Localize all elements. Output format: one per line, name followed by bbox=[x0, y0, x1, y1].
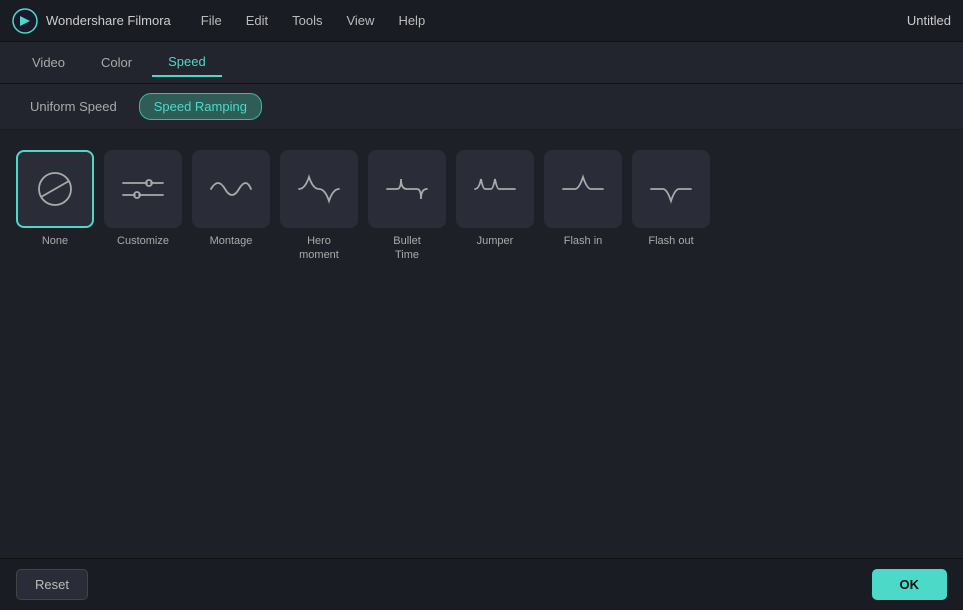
speed-label-none: None bbox=[42, 234, 68, 248]
ok-button[interactable]: OK bbox=[872, 569, 948, 600]
window-title: Untitled bbox=[907, 13, 951, 28]
speed-item-customize[interactable]: Customize bbox=[104, 150, 182, 248]
speed-card-montage[interactable] bbox=[192, 150, 270, 228]
bottombar: Reset OK bbox=[0, 558, 963, 610]
speed-card-customize[interactable] bbox=[104, 150, 182, 228]
speed-card-flash-in[interactable] bbox=[544, 150, 622, 228]
speed-grid: None Customize bbox=[16, 150, 947, 263]
speed-label-montage: Montage bbox=[210, 234, 253, 248]
speed-label-bullet-time: BulletTime bbox=[393, 234, 421, 263]
filmora-logo-icon bbox=[12, 8, 38, 34]
speed-item-bullet-time[interactable]: BulletTime bbox=[368, 150, 446, 263]
menu-view[interactable]: View bbox=[336, 9, 384, 32]
app-name-label: Wondershare Filmora bbox=[46, 13, 171, 28]
app-logo: Wondershare Filmora bbox=[12, 8, 171, 34]
titlebar: Wondershare Filmora File Edit Tools View… bbox=[0, 0, 963, 42]
jumper-icon bbox=[469, 169, 521, 209]
subtab-bar: Uniform Speed Speed Ramping bbox=[0, 84, 963, 130]
subtab-uniform-speed[interactable]: Uniform Speed bbox=[16, 94, 131, 119]
speed-card-hero-moment[interactable] bbox=[280, 150, 358, 228]
speed-item-montage[interactable]: Montage bbox=[192, 150, 270, 248]
menu-tools[interactable]: Tools bbox=[282, 9, 332, 32]
speed-label-flash-out: Flash out bbox=[648, 234, 693, 248]
subtab-speed-ramping[interactable]: Speed Ramping bbox=[139, 93, 262, 120]
speed-card-flash-out[interactable] bbox=[632, 150, 710, 228]
speed-label-hero-moment: Heromoment bbox=[299, 234, 339, 263]
hero-moment-icon bbox=[293, 169, 345, 209]
speed-card-none[interactable] bbox=[16, 150, 94, 228]
tab-video[interactable]: Video bbox=[16, 49, 81, 76]
speed-item-flash-out[interactable]: Flash out bbox=[632, 150, 710, 248]
reset-button[interactable]: Reset bbox=[16, 569, 88, 600]
speed-label-flash-in: Flash in bbox=[564, 234, 603, 248]
main-content: None Customize bbox=[0, 130, 963, 283]
speed-card-bullet-time[interactable] bbox=[368, 150, 446, 228]
speed-item-jumper[interactable]: Jumper bbox=[456, 150, 534, 248]
speed-item-none[interactable]: None bbox=[16, 150, 94, 248]
speed-card-jumper[interactable] bbox=[456, 150, 534, 228]
flash-out-icon bbox=[645, 169, 697, 209]
menu-file[interactable]: File bbox=[191, 9, 232, 32]
customize-icon bbox=[117, 169, 169, 209]
bullet-time-icon bbox=[381, 169, 433, 209]
speed-item-flash-in[interactable]: Flash in bbox=[544, 150, 622, 248]
menu-bar: File Edit Tools View Help bbox=[191, 9, 907, 32]
montage-icon bbox=[205, 169, 257, 209]
speed-item-hero-moment[interactable]: Heromoment bbox=[280, 150, 358, 263]
menu-help[interactable]: Help bbox=[388, 9, 435, 32]
menu-edit[interactable]: Edit bbox=[236, 9, 278, 32]
flash-in-icon bbox=[557, 169, 609, 209]
speed-label-customize: Customize bbox=[117, 234, 169, 248]
tab-bar: Video Color Speed bbox=[0, 42, 963, 84]
none-icon bbox=[29, 169, 81, 209]
tab-speed[interactable]: Speed bbox=[152, 48, 222, 77]
speed-label-jumper: Jumper bbox=[477, 234, 514, 248]
tab-color[interactable]: Color bbox=[85, 49, 148, 76]
